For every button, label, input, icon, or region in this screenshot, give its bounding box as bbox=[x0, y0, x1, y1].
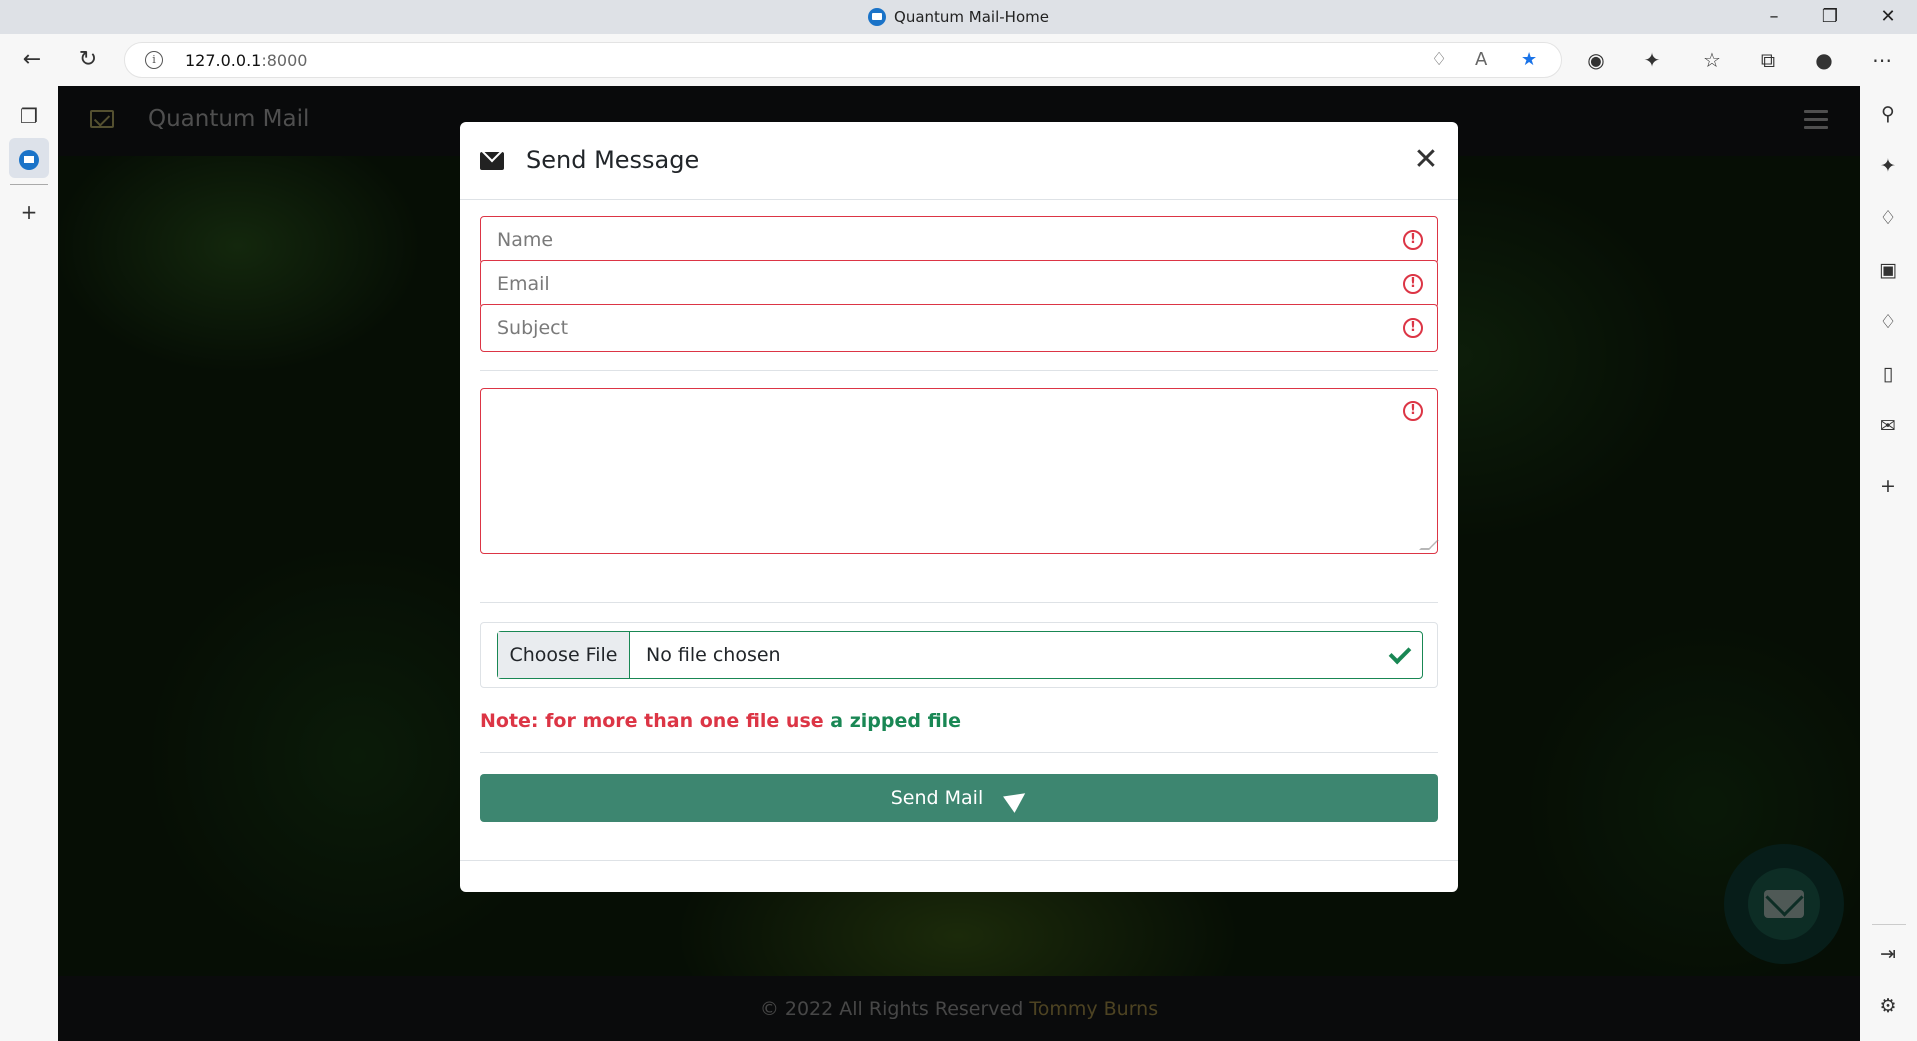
url-port: :8000 bbox=[261, 51, 308, 70]
window-title: Quantum Mail-Home bbox=[0, 8, 1917, 26]
favorites-icon[interactable]: ☆ bbox=[1696, 44, 1728, 76]
tab-actions-icon[interactable]: ❐ bbox=[9, 96, 49, 136]
new-tab-icon[interactable]: + bbox=[9, 192, 49, 232]
invalid-exclamation-icon: ! bbox=[1403, 230, 1423, 250]
mail-favicon-icon bbox=[868, 8, 887, 26]
divider bbox=[480, 370, 1438, 371]
file-input[interactable]: Choose File No file chosen bbox=[497, 631, 1423, 679]
note-text: Note: for more than one file use bbox=[480, 710, 824, 732]
outlook-icon[interactable]: ✉ bbox=[1872, 410, 1904, 442]
shopping-tag-icon[interactable]: ♢ bbox=[1872, 202, 1904, 234]
envelope-icon bbox=[480, 152, 504, 170]
name-input[interactable] bbox=[481, 217, 1437, 263]
paper-plane-icon bbox=[1003, 784, 1032, 813]
sidebar-divider bbox=[10, 184, 48, 185]
back-button[interactable]: ← bbox=[16, 44, 48, 76]
note-highlight: a zipped file bbox=[830, 710, 962, 732]
settings-gear-icon[interactable]: ⚙ bbox=[1872, 990, 1904, 1022]
page-viewport: Quantum Mail © 2022 All Rights Reserved … bbox=[58, 86, 1860, 1041]
send-mail-label: Send Mail bbox=[890, 787, 984, 809]
valid-check-icon bbox=[1386, 643, 1410, 667]
modal-title: Send Message bbox=[526, 146, 700, 174]
message-textarea[interactable] bbox=[481, 389, 1437, 553]
search-icon[interactable]: ⚲ bbox=[1872, 98, 1904, 130]
attachment-box: Choose File No file chosen bbox=[480, 622, 1438, 688]
choose-file-button[interactable]: Choose File bbox=[498, 632, 630, 678]
url-text[interactable]: 127.0.0.1:8000 bbox=[185, 51, 307, 70]
modal-header: Send Message ✕ bbox=[460, 122, 1458, 200]
profile-avatar-icon[interactable]: ● bbox=[1808, 44, 1840, 76]
hide-sidebar-icon[interactable]: ⇥ bbox=[1872, 938, 1904, 970]
file-status-text: No file chosen bbox=[646, 644, 781, 666]
email-input[interactable] bbox=[481, 261, 1437, 307]
minimize-button[interactable]: – bbox=[1746, 0, 1802, 34]
restore-button[interactable]: ❐ bbox=[1802, 0, 1858, 34]
name-field[interactable]: ! bbox=[480, 216, 1438, 264]
left-sidebar: ❐ + bbox=[0, 86, 58, 1041]
tools-icon[interactable]: ▣ bbox=[1872, 254, 1904, 286]
address-bar[interactable]: i 127.0.0.1:8000 ♢ A ★ bbox=[124, 42, 1562, 78]
invalid-exclamation-icon: ! bbox=[1403, 274, 1423, 294]
more-menu-icon[interactable]: ⋯ bbox=[1866, 44, 1898, 76]
invalid-exclamation-icon: ! bbox=[1403, 401, 1423, 421]
favorite-star-icon[interactable]: ★ bbox=[1521, 49, 1537, 70]
extensions-puzzle-icon[interactable]: ✦ bbox=[1636, 44, 1668, 76]
extension-globe-icon[interactable]: ◉ bbox=[1580, 44, 1612, 76]
modal-footer-divider bbox=[460, 860, 1458, 861]
subject-input[interactable] bbox=[481, 305, 1437, 351]
copilot-icon[interactable]: ✦ bbox=[1872, 150, 1904, 182]
url-host: 127.0.0.1 bbox=[185, 51, 262, 70]
tag-icon[interactable]: ♢ bbox=[1431, 49, 1447, 70]
subject-field[interactable]: ! bbox=[480, 304, 1438, 352]
invalid-exclamation-icon: ! bbox=[1403, 318, 1423, 338]
window-titlebar: Quantum Mail-Home – ❐ ✕ bbox=[0, 0, 1917, 34]
attachment-note: Note: for more than one file use a zippe… bbox=[480, 710, 961, 732]
divider bbox=[480, 602, 1438, 603]
send-message-modal: Send Message ✕ ! ! ! ! Choose File No fi… bbox=[460, 122, 1458, 892]
window-title-text: Quantum Mail-Home bbox=[894, 8, 1049, 26]
send-mail-button[interactable]: Send Mail bbox=[480, 774, 1438, 822]
browser-toolbar: ← ↻ i 127.0.0.1:8000 ♢ A ★ ◉ ✦ ☆ ⧉ ● ⋯ bbox=[0, 34, 1917, 86]
office-icon[interactable]: ▯ bbox=[1872, 358, 1904, 390]
refresh-button[interactable]: ↻ bbox=[72, 44, 104, 76]
sidebar-divider bbox=[1872, 924, 1906, 925]
mail-tab-icon bbox=[19, 149, 39, 170]
site-info-icon[interactable]: i bbox=[145, 51, 163, 69]
message-field[interactable]: ! bbox=[480, 388, 1439, 554]
email-field[interactable]: ! bbox=[480, 260, 1438, 308]
add-sidebar-app-icon[interactable]: + bbox=[1872, 470, 1904, 502]
active-tab-icon[interactable] bbox=[9, 138, 49, 178]
modal-close-button[interactable]: ✕ bbox=[1408, 142, 1444, 178]
games-icon[interactable]: ♢ bbox=[1872, 306, 1904, 338]
close-window-button[interactable]: ✕ bbox=[1860, 0, 1916, 34]
collections-icon[interactable]: ⧉ bbox=[1752, 44, 1784, 76]
divider bbox=[480, 752, 1438, 753]
read-aloud-icon[interactable]: A bbox=[1475, 49, 1487, 70]
right-sidebar: ⚲ ✦ ♢ ▣ ♢ ▯ ✉ + ⇥ ⚙ bbox=[1860, 86, 1917, 1041]
